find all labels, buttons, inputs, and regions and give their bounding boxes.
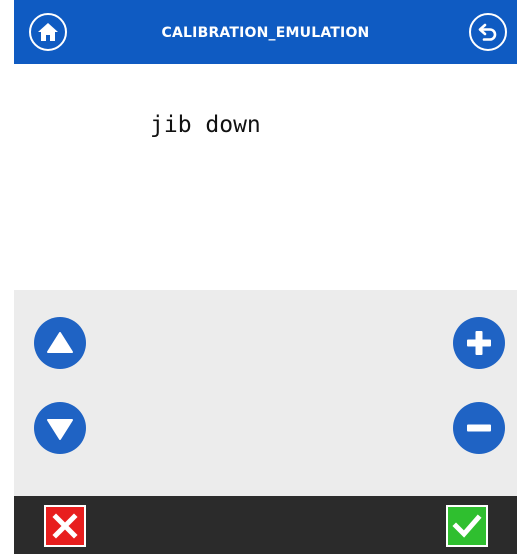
increase-button[interactable] [453, 317, 505, 369]
undo-back-icon [478, 23, 497, 41]
header-bar: CALIBRATION_EMULATION [14, 0, 517, 64]
controls-panel [14, 290, 517, 496]
minus-icon [467, 424, 491, 432]
x-icon [52, 513, 78, 539]
left-edge [0, 0, 14, 554]
page-title: CALIBRATION_EMULATION [161, 25, 370, 41]
decrease-button[interactable] [453, 402, 505, 454]
cancel-button[interactable] [44, 505, 86, 547]
triangle-up-icon [47, 332, 73, 353]
triangle-down-icon [47, 419, 73, 440]
instruction-text: jib down [150, 112, 261, 138]
confirm-button[interactable] [446, 505, 488, 547]
screen: CALIBRATION_EMULATION jib down [0, 0, 521, 554]
message-area: jib down [14, 64, 517, 290]
right-edge [517, 0, 521, 554]
check-icon [452, 514, 482, 538]
plus-icon [467, 331, 491, 355]
up-button[interactable] [34, 317, 86, 369]
footer-bar [14, 496, 517, 554]
back-button[interactable] [469, 13, 507, 51]
down-button[interactable] [34, 402, 86, 454]
